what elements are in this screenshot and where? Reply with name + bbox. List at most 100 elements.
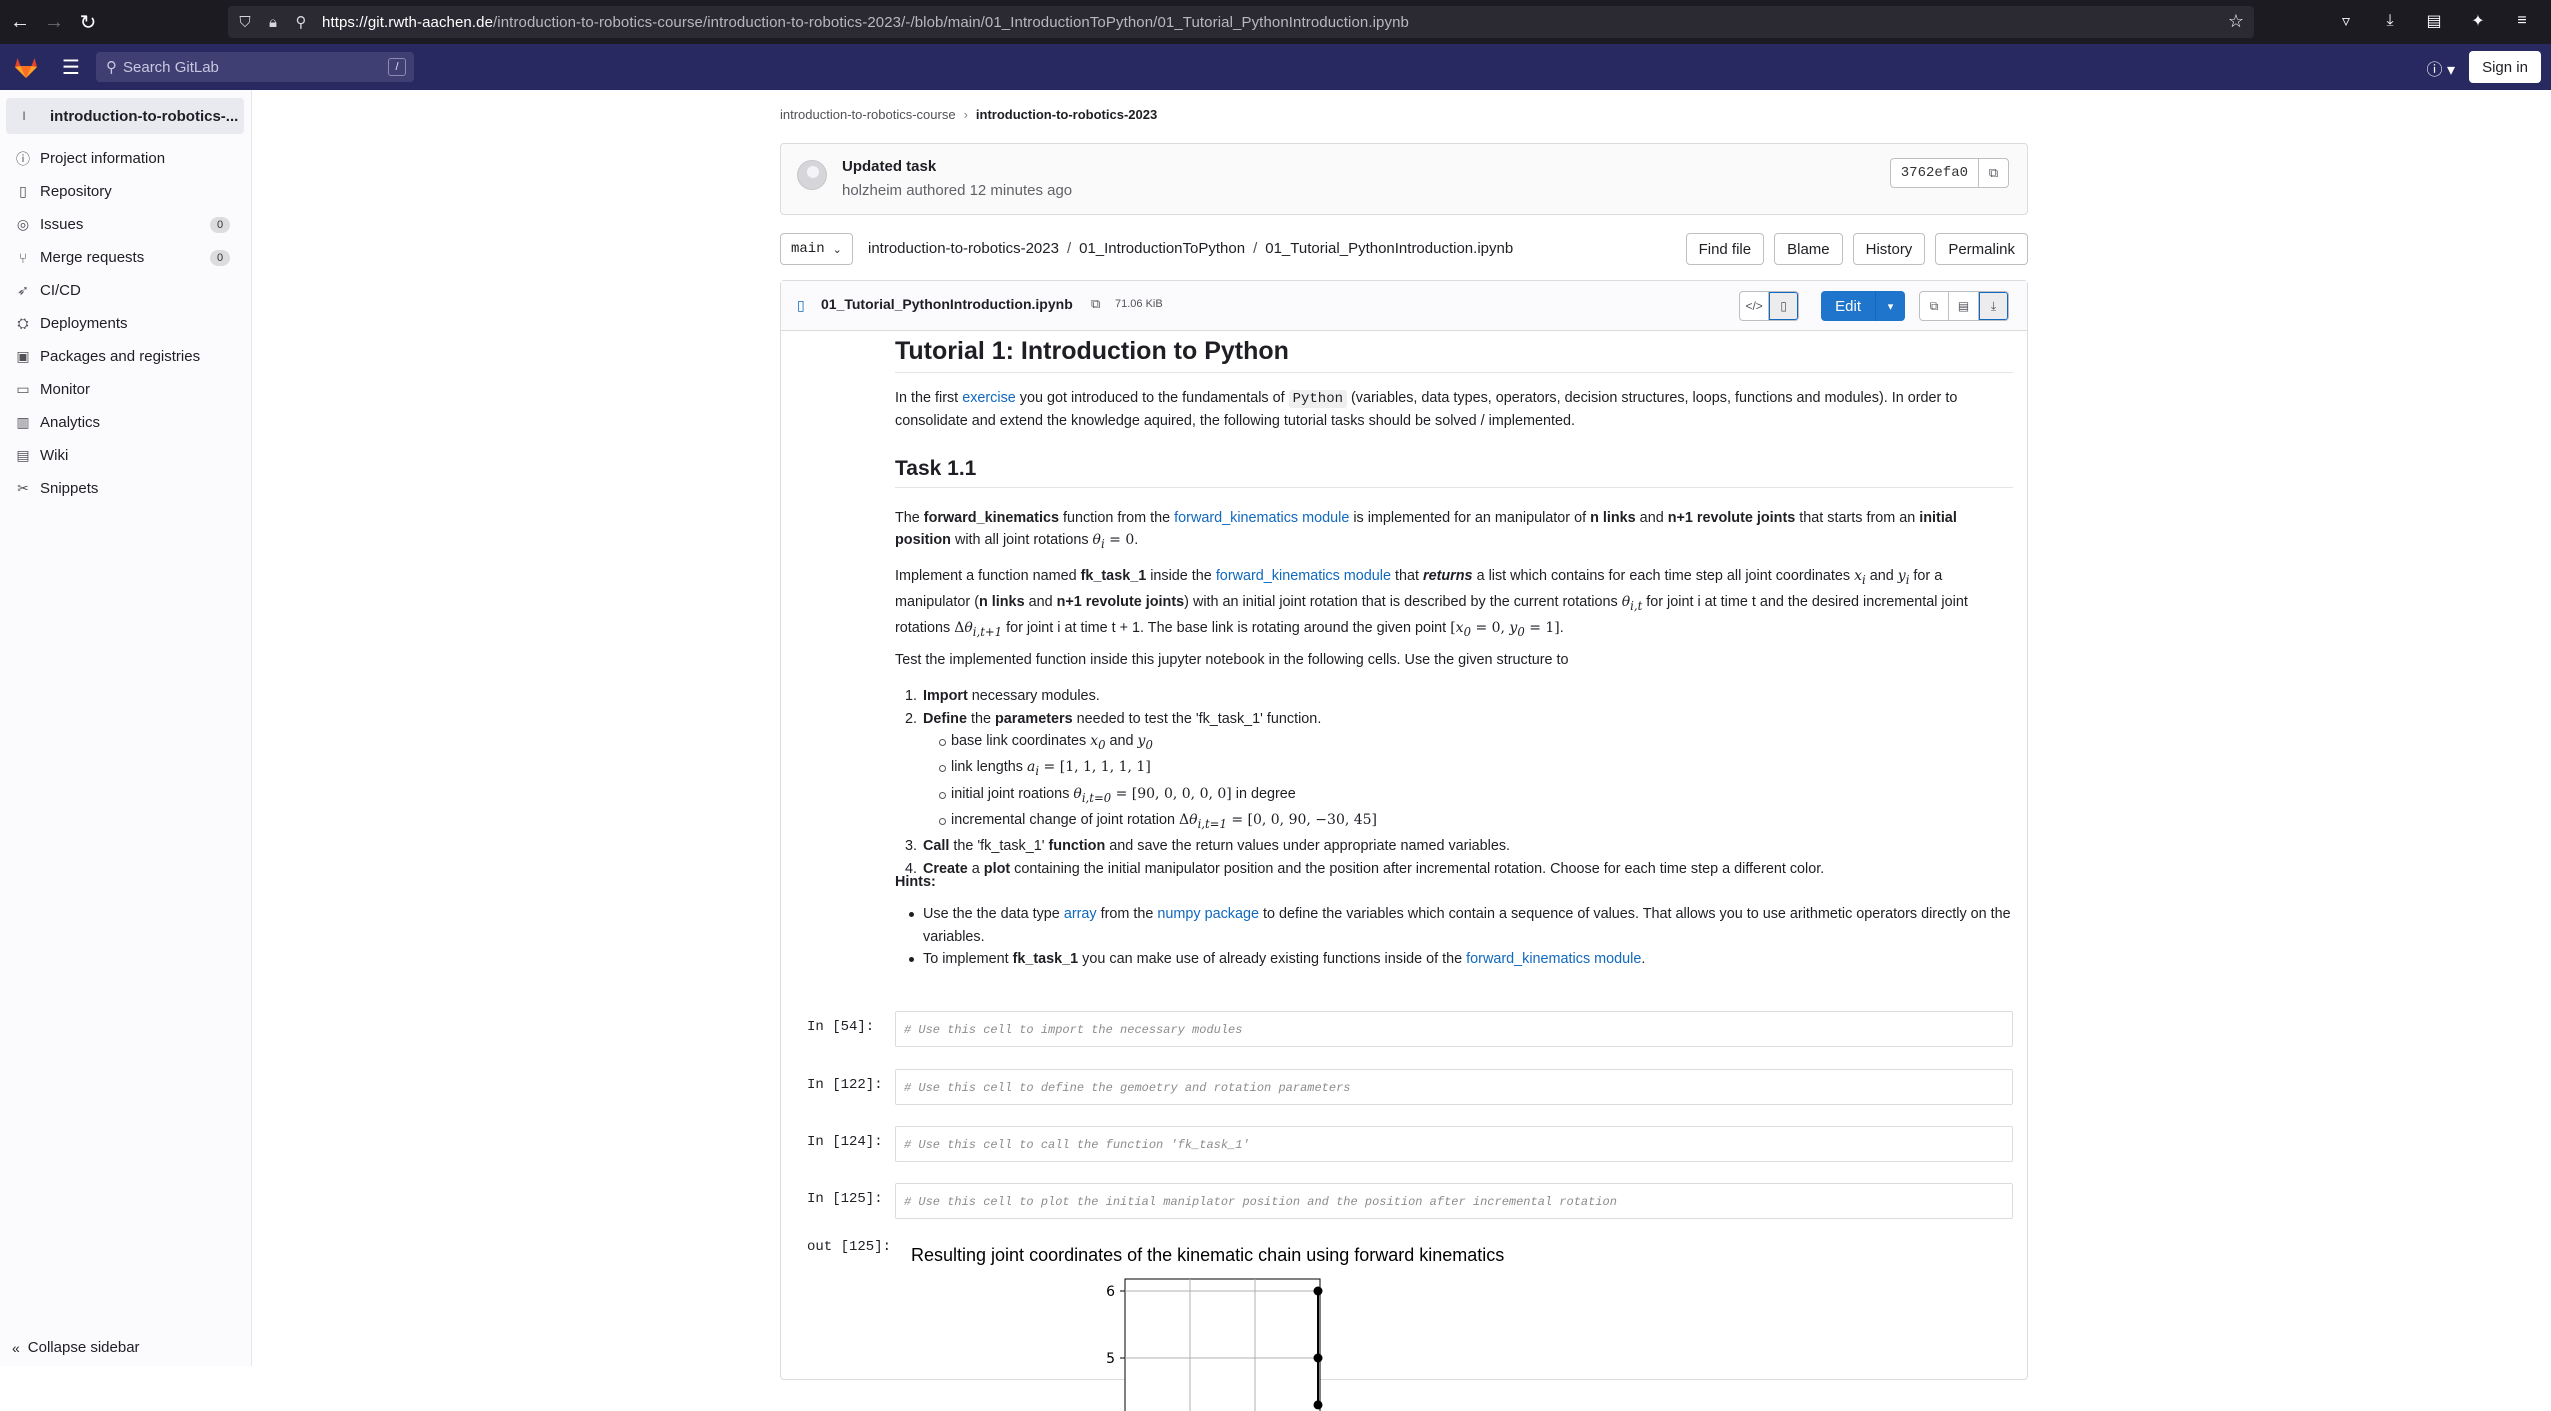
branch-selector[interactable]: main ⌄: [780, 233, 853, 265]
package-icon: ▣: [16, 348, 30, 364]
edit-button[interactable]: Edit: [1821, 291, 1875, 321]
sidebar-item-deployments[interactable]: ⛭ Deployments: [0, 307, 252, 340]
path-separator: /: [1066, 240, 1072, 257]
path-segment-folder[interactable]: 01_IntroductionToPython: [1079, 240, 1245, 257]
download-icon: ⤓: [1990, 298, 1997, 313]
code-input[interactable]: # Use this cell to define the gemoetry a…: [895, 1069, 2013, 1105]
forward-icon[interactable]: →: [40, 8, 68, 36]
sidebar-item-wiki[interactable]: ▤ Wiki: [0, 439, 252, 472]
copy-contents-button[interactable]: ⧉: [1919, 291, 1949, 321]
snippet-icon: ✂: [17, 480, 29, 496]
download-button[interactable]: ⤓: [1979, 291, 2009, 321]
back-icon[interactable]: ←: [6, 8, 34, 36]
sidebar-item-issues[interactable]: ◎ Issues 0: [0, 208, 252, 241]
document-icon: ▯: [1780, 299, 1787, 313]
address-bar[interactable]: ⛉ 🔒︎ ⚲ https://git.rwth-aachen.de/introd…: [228, 6, 2254, 38]
reload-icon[interactable]: ↻: [74, 8, 102, 36]
blame-button[interactable]: Blame: [1774, 233, 1843, 265]
sidebar-item-repository[interactable]: ▯ Repository: [0, 175, 252, 208]
display-source-button[interactable]: </>: [1739, 291, 1770, 321]
permalink-button[interactable]: Permalink: [1935, 233, 2028, 265]
sidebar-item-ci-cd[interactable]: ➶ CI/CD: [0, 274, 252, 307]
task-paragraph-3: Test the implemented function inside thi…: [895, 652, 1569, 668]
sidebar-item-label: Repository: [40, 183, 112, 200]
task-heading: Task 1.1: [895, 457, 2013, 488]
sidebar-item-label: Project information: [40, 150, 166, 167]
edit-dropdown-button[interactable]: ▾: [1875, 291, 1905, 321]
code-input[interactable]: # Use this cell to call the function 'fk…: [895, 1126, 2013, 1162]
shield-icon[interactable]: ⛉: [234, 11, 256, 33]
display-rendered-button[interactable]: ▯: [1769, 291, 1800, 321]
path-segment-project[interactable]: introduction-to-robotics-2023: [868, 240, 1059, 257]
url-text[interactable]: https://git.rwth-aachen.de/introduction-…: [322, 14, 1409, 31]
sidebar: I introduction-to-robotics-... ⓘ Project …: [0, 90, 252, 1366]
code-input[interactable]: # Use this cell to plot the initial mani…: [895, 1183, 2013, 1219]
lock-icon[interactable]: 🔒︎: [262, 11, 284, 33]
plot-title: Resulting joint coordinates of the kinem…: [911, 1245, 1505, 1265]
chevron-right-icon: ›: [963, 107, 968, 122]
open-raw-button[interactable]: ▤: [1949, 291, 1979, 321]
forward-kinematics-module-link[interactable]: forward_kinematics module: [1174, 510, 1349, 526]
help-icon[interactable]: ⓘ ▾: [2427, 56, 2455, 80]
gitlab-logo-icon[interactable]: [12, 53, 40, 81]
sidebar-project-header[interactable]: I introduction-to-robotics-...: [6, 98, 244, 134]
code-input[interactable]: # Use this cell to import the necessary …: [895, 1011, 2013, 1047]
issues-count-badge: 0: [210, 217, 230, 233]
forward-kinematics-module-link-2[interactable]: forward_kinematics module: [1216, 568, 1391, 584]
pocket-icon[interactable]: ▿: [2333, 8, 2359, 34]
file-name: 01_Tutorial_PythonIntroduction.ipynb: [821, 296, 1073, 312]
rocket-icon: ➶: [17, 282, 29, 298]
data-point: [1313, 1400, 1323, 1410]
hamburger-menu-icon[interactable]: ☰: [58, 54, 84, 80]
browser-extensions: ▿ ⤓ ▤ ✦ ≡: [2333, 8, 2535, 34]
search-input[interactable]: ⚲ Search GitLab /: [96, 52, 414, 82]
path-separator: /: [1253, 240, 1258, 257]
y-tick-label: 5: [1106, 1351, 1115, 1367]
download-icon[interactable]: ⤓: [2377, 8, 2403, 34]
collapse-sidebar-label: Collapse sidebar: [27, 1339, 140, 1356]
file-path-bar: main ⌄ introduction-to-robotics-2023 / 01_I…: [780, 233, 2028, 265]
cell-prompt: In [54]:: [807, 1019, 875, 1035]
copy-path-icon[interactable]: ⧉: [1091, 296, 1100, 312]
reader-icon[interactable]: ▤: [2421, 8, 2447, 34]
search-shortcut-badge: /: [388, 58, 406, 76]
cell-prompt: In [124]:: [807, 1134, 883, 1150]
browser-toolbar: ← → ↻ ⛉ 🔒︎ ⚲ https://git.rwth-aachen.de/…: [0, 0, 2551, 44]
sidebar-item-packages-and-registries[interactable]: ▣ Packages and registries: [0, 340, 252, 373]
menu-icon[interactable]: ≡: [2509, 8, 2535, 34]
array-link[interactable]: array: [1064, 906, 1097, 922]
last-commit-box: Updated task holzheim authored 12 minute…: [780, 143, 2028, 215]
sidebar-item-merge-requests[interactable]: ⑂ Merge requests 0: [0, 241, 252, 274]
sidebar-item-label: Merge requests: [40, 249, 145, 266]
path-segment-file[interactable]: 01_Tutorial_PythonIntroduction.ipynb: [1265, 240, 1513, 257]
list-item: incremental change of joint rotation Δθi…: [895, 809, 2013, 835]
find-file-button[interactable]: Find file: [1685, 233, 1765, 265]
history-button[interactable]: History: [1852, 233, 1926, 265]
commit-title[interactable]: Updated task: [842, 158, 936, 175]
exercise-link[interactable]: exercise: [962, 390, 1016, 406]
commit-sha[interactable]: 3762efa0: [1889, 158, 1979, 188]
copy-icon: ⧉: [1988, 165, 1999, 180]
forward-kinematics-module-link-3[interactable]: forward_kinematics module: [1466, 951, 1641, 967]
sidebar-item-analytics[interactable]: ▥ Analytics: [0, 406, 252, 439]
collapse-sidebar-button[interactable]: « Collapse sidebar: [12, 1339, 140, 1356]
author-avatar[interactable]: [797, 160, 827, 190]
copy-icon: ⧉: [1929, 298, 1939, 313]
sign-in-button[interactable]: Sign in: [2469, 51, 2541, 83]
merge-requests-count-badge: 0: [210, 250, 230, 266]
sidebar-item-snippets[interactable]: ✂ Snippets: [0, 472, 252, 505]
numpy-package-link[interactable]: numpy package: [1157, 906, 1259, 922]
sidebar-item-label: Analytics: [40, 414, 101, 431]
sidebar-item-monitor[interactable]: ▭ Monitor: [0, 373, 252, 406]
sidebar-item-label: Packages and registries: [40, 348, 201, 365]
breadcrumb-project-link[interactable]: introduction-to-robotics-2023: [976, 107, 1157, 122]
extensions-icon[interactable]: ✦: [2465, 8, 2491, 34]
steps-list: 1. Import necessary modules. 2. Define the…: [895, 685, 2013, 880]
bookmark-star-icon[interactable]: ☆: [2228, 11, 2244, 32]
list-item: base link coordinates x0 and y0: [895, 730, 2013, 756]
sidebar-item-project-information[interactable]: ⓘ Project information: [0, 142, 252, 175]
breadcrumb-course-link[interactable]: introduction-to-robotics-course: [780, 107, 956, 122]
permissions-icon[interactable]: ⚲: [290, 11, 312, 33]
breadcrumb: introduction-to-robotics-course › introd…: [780, 107, 1157, 122]
copy-sha-button[interactable]: ⧉: [1979, 158, 2009, 188]
